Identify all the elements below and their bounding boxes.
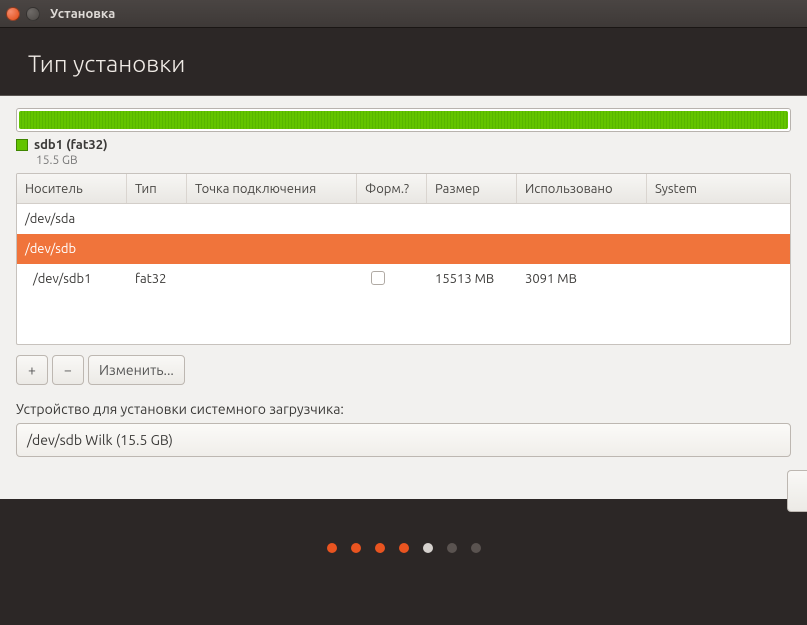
window-title: Установка <box>50 7 115 21</box>
step-dot <box>471 543 481 553</box>
col-device[interactable]: Носитель <box>17 174 127 203</box>
step-dot-current <box>423 543 433 553</box>
remove-partition-button[interactable]: − <box>52 355 84 385</box>
table-body: /dev/sda /dev/sdb /dev/sdb1 fat32 15513 … <box>17 204 790 344</box>
col-mount[interactable]: Точка подключения <box>187 174 357 203</box>
disk-legend: sdb1 (fat32) <box>16 138 791 152</box>
legend-size: 15.5 GB <box>36 154 791 167</box>
col-type[interactable]: Тип <box>127 174 187 203</box>
col-format[interactable]: Форм.? <box>357 174 427 203</box>
cell-device: /dev/sdb <box>17 242 127 256</box>
step-dot <box>351 543 361 553</box>
col-used[interactable]: Использовано <box>517 174 647 203</box>
step-dot <box>327 543 337 553</box>
close-button[interactable] <box>6 7 20 21</box>
partition-toolbar: + − Изменить... <box>16 355 791 385</box>
next-button-edge[interactable] <box>787 470 807 512</box>
bootloader-device-combo[interactable]: /dev/sdb Wilk (15.5 GB) <box>16 423 791 457</box>
table-row-sdb1[interactable]: /dev/sdb1 fat32 15513 MB 3091 MB <box>17 264 790 294</box>
page-title: Тип установки <box>28 50 779 77</box>
step-dot <box>399 543 409 553</box>
page-header: Тип установки <box>0 28 807 95</box>
cell-size: 15513 MB <box>427 272 517 286</box>
minimize-button[interactable] <box>26 7 40 21</box>
table-row-sda[interactable]: /dev/sda <box>17 204 790 234</box>
table-row-sdb[interactable]: /dev/sdb <box>17 234 790 264</box>
table-header: Носитель Тип Точка подключения Форм.? Ра… <box>17 174 790 204</box>
bootloader-label: Устройство для установки системного загр… <box>16 401 791 417</box>
step-dot <box>447 543 457 553</box>
cell-device: /dev/sda <box>17 212 127 226</box>
progress-dots <box>0 543 807 553</box>
step-dot <box>375 543 385 553</box>
change-partition-button[interactable]: Изменить... <box>88 355 185 385</box>
disk-usage-bar[interactable] <box>16 108 791 132</box>
cell-format <box>357 271 427 288</box>
cell-type: fat32 <box>127 272 187 286</box>
col-system[interactable]: System <box>647 174 790 203</box>
window-titlebar: Установка <box>0 0 807 28</box>
bootloader-device-value: /dev/sdb Wilk (15.5 GB) <box>27 432 173 448</box>
cell-used: 3091 MB <box>517 272 647 286</box>
cell-device: /dev/sdb1 <box>17 272 127 286</box>
format-checkbox[interactable] <box>371 271 385 285</box>
legend-label: sdb1 (fat32) <box>34 138 108 152</box>
col-size[interactable]: Размер <box>427 174 517 203</box>
partition-table: Носитель Тип Точка подключения Форм.? Ра… <box>16 173 791 345</box>
main-panel: sdb1 (fat32) 15.5 GB Носитель Тип Точка … <box>0 95 807 499</box>
disk-usage-segment <box>19 111 788 129</box>
add-partition-button[interactable]: + <box>16 355 48 385</box>
legend-swatch <box>16 139 28 151</box>
